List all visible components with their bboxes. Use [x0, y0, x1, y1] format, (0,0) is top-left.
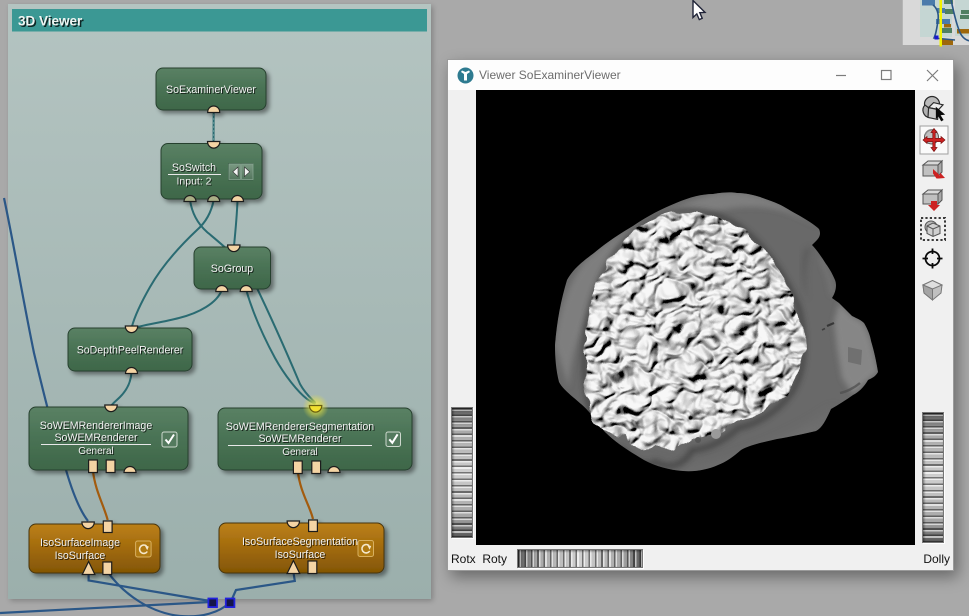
svg-text:SoGroup: SoGroup [211, 263, 254, 275]
svg-text:SoExaminerViewer: SoExaminerViewer [166, 84, 256, 96]
svg-text:IsoSurface: IsoSurface [275, 549, 326, 561]
svg-text:SoDepthPeelRenderer: SoDepthPeelRenderer [77, 345, 184, 357]
svg-text:SoWEMRendererSegmentation: SoWEMRendererSegmentation [226, 421, 374, 433]
svg-text:SoWEMRendererImage: SoWEMRendererImage [40, 420, 153, 432]
svg-text:IsoSurfaceSegmentation: IsoSurfaceSegmentation [242, 536, 358, 548]
svg-text:SoWEMRenderer: SoWEMRenderer [54, 432, 137, 444]
svg-text:General: General [282, 447, 318, 458]
svg-text:SoWEMRenderer: SoWEMRenderer [258, 433, 341, 445]
svg-text:Input: 2: Input: 2 [176, 176, 211, 188]
svg-text:IsoSurface: IsoSurface [55, 550, 106, 562]
svg-text:SoSwitch: SoSwitch [172, 162, 216, 174]
svg-text:3D Viewer: 3D Viewer [18, 14, 83, 29]
svg-text:IsoSurfaceImage: IsoSurfaceImage [40, 537, 120, 549]
svg-text:General: General [78, 446, 114, 457]
